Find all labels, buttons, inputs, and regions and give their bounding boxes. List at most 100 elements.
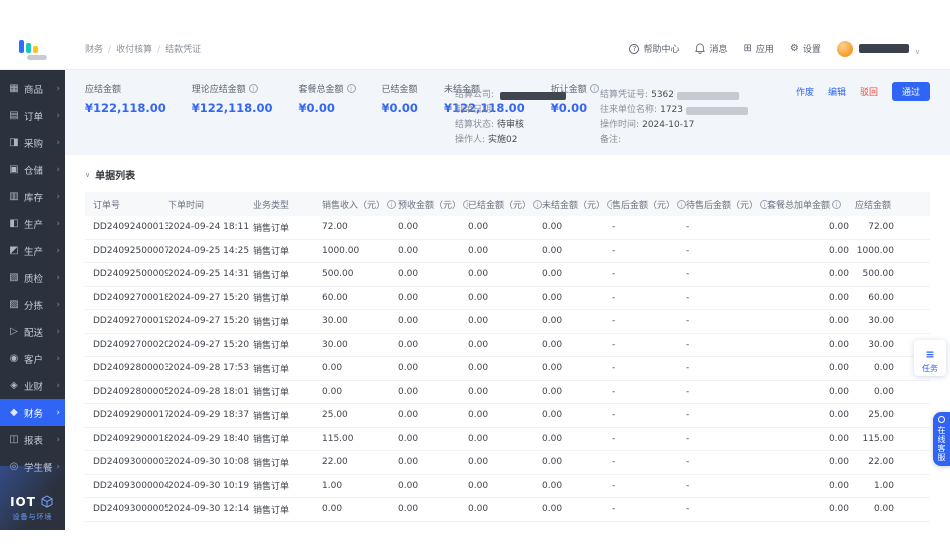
sidebar-item-label: 财务 [24,406,52,420]
sidebar-item-icon: ▷ [8,326,20,337]
sidebar-item[interactable]: ▣ 仓储 [0,156,65,183]
table-row[interactable]: DD24092500007 2024-09-25 14:25 销售订单 1000… [85,240,930,264]
table-row[interactable]: DD24092900017 2024-09-29 18:37 销售订单 25.0… [85,404,930,428]
sidebar-item[interactable]: ◈ 业财 [0,372,65,399]
sidebar-item-icon: ◩ [8,245,20,256]
cell-sales-income: 0.00 [322,504,398,514]
table-row[interactable]: DD24092400013 2024-09-24 18:11 销售订单 72.0… [85,216,930,240]
apps-grid-icon [743,43,751,54]
table-row[interactable]: DD24092700020 2024-09-27 15:20 销售订单 30.0… [85,334,930,358]
sidebar-item[interactable]: ▤ 订单 [0,102,65,129]
action-button[interactable]: 作废 [796,85,814,98]
sidebar-item[interactable]: ▦ 商品 [0,75,65,102]
table-row[interactable]: DD24093000005 2024-09-30 12:14 销售订单 0.00… [85,498,930,522]
redacted-text [677,92,739,100]
table-row[interactable]: DD24092800005 2024-09-28 18:01 销售订单 0.00… [85,381,930,405]
table-row[interactable]: DD24092900018 2024-09-29 18:40 销售订单 115.… [85,428,930,452]
cell-biz-type: 销售订单 [253,503,322,516]
sidebar-item[interactable]: ◆ 财务 [0,399,65,426]
table-row[interactable]: DD24093000004 2024-09-30 10:19 销售订单 1.00… [85,475,930,499]
sidebar-menu: ▦ 商品 ▤ 订单 ◨ 采购 ▣ 仓储 ▥ 库存 ◧ 生产 [0,70,65,480]
sidebar-item[interactable]: ◧ 生产 [0,210,65,237]
table-row[interactable]: DD24092700019 2024-09-27 15:20 销售订单 30.0… [85,310,930,334]
username-redacted [859,44,909,53]
info-label: 结算公司: [455,90,494,101]
cube-icon [39,494,55,510]
stat-card: 理论应结金额 ¥122,118.00 [192,82,273,115]
cell-sales-income: 500.00 [322,269,398,279]
task-float-button[interactable]: 任务 [914,340,946,376]
service-ribbon-button[interactable]: 在线客服 [933,412,950,466]
stat-card: 套餐总金额 ¥0.00 [299,82,356,115]
cell-due-amount: 0.00 [855,363,900,373]
sidebar-item-label: 报表 [24,433,52,447]
nav-messages[interactable]: 消息 [695,42,727,55]
user-menu[interactable] [837,39,920,58]
stat-label: 理论应结金额 [192,82,246,95]
column-header: 预收金额（元） [398,198,468,211]
service-label: 在线客服 [936,426,947,462]
sidebar-item[interactable]: ▨ 分拣 [0,291,65,318]
table-row[interactable]: DD24092500009 2024-09-25 14:31 销售订单 500.… [85,263,930,287]
info-icon[interactable] [347,84,356,93]
iot-subtitle: 设备与环境 [0,512,65,522]
table-row[interactable]: DD24093000003 2024-09-30 10:08 销售订单 22.0… [85,451,930,475]
cell-aftersale: - [612,316,686,326]
info-icon[interactable] [832,200,841,209]
sidebar-item[interactable]: ◉ 客户 [0,345,65,372]
cell-biz-type: 销售订单 [253,291,322,304]
cell-aftersale: - [612,387,686,397]
cell-settled: 0.00 [468,481,542,491]
iot-title: IOT [10,495,36,509]
cell-addon-amount: 0.00 [767,293,855,303]
table-row[interactable]: DD24092700018 2024-09-27 15:20 销售订单 60.0… [85,287,930,311]
info-icon[interactable] [533,200,542,209]
breadcrumb-item[interactable]: 财务 [85,42,103,55]
nav-apps[interactable]: 应用 [743,42,773,55]
chevron-right-icon [56,326,60,337]
info-label: 结算凭证号: [600,90,648,101]
cell-addon-amount: 0.00 [767,387,855,397]
info-icon[interactable] [249,84,258,93]
column-header: 已结金额（元） [468,198,542,211]
cell-addon-amount: 0.00 [767,222,855,232]
action-button[interactable]: 驳回 [860,85,878,98]
nav-help-center[interactable]: 帮助中心 [629,42,679,55]
info-icon[interactable] [677,200,686,209]
cell-sales-income: 30.00 [322,340,398,350]
cell-order-time: 2024-09-28 17:53 [168,363,253,373]
info-icon[interactable] [760,200,767,209]
info-icon[interactable] [387,200,396,209]
cell-biz-type: 销售订单 [253,456,322,469]
table-row[interactable]: DD24092800003 2024-09-28 17:53 销售订单 0.00… [85,357,930,381]
stat-label: 已结金额 [382,82,418,95]
section-title-row[interactable]: 单据列表 [85,167,930,182]
breadcrumb-item[interactable]: 收付核算 [103,42,152,55]
cell-order-time: 2024-09-27 15:20 [168,316,253,326]
cell-addon-amount: 0.00 [767,340,855,350]
sidebar-item[interactable]: ▷ 配送 [0,318,65,345]
cell-aftersale: - [612,410,686,420]
sidebar-item[interactable]: ▧ 质检 [0,264,65,291]
voucher-info: 结算公司: 制单日期: 结算状态: 待审核 操作人: 实施02 [455,90,748,146]
cell-aftersale: - [612,222,686,232]
column-header: 套餐总加单金额 [767,198,855,211]
cell-aftersale: - [612,363,686,373]
sidebar-item[interactable]: ◩ 生产 [0,237,65,264]
action-button[interactable]: 编辑 [828,85,846,98]
sidebar-item[interactable]: ◫ 报表 [0,426,65,453]
action-button[interactable]: 通过 [892,82,930,101]
cell-sales-income: 1.00 [322,481,398,491]
sidebar-item-label: 配送 [24,325,52,339]
cell-unsettled: 0.00 [542,293,612,303]
iot-logo: IOT 设备与环境 [0,494,65,522]
column-label: 待售后金额（元） [686,198,758,211]
cell-due-amount: 500.00 [855,269,900,279]
sidebar-item-icon: ▤ [8,110,20,121]
cell-due-amount: 0.00 [855,387,900,397]
cell-settled: 0.00 [468,387,542,397]
nav-settings[interactable]: 设置 [790,42,821,55]
sidebar-item[interactable]: ▥ 库存 [0,183,65,210]
info-field: 结算凭证号: 5362 [600,90,748,101]
sidebar-item[interactable]: ◨ 采购 [0,129,65,156]
